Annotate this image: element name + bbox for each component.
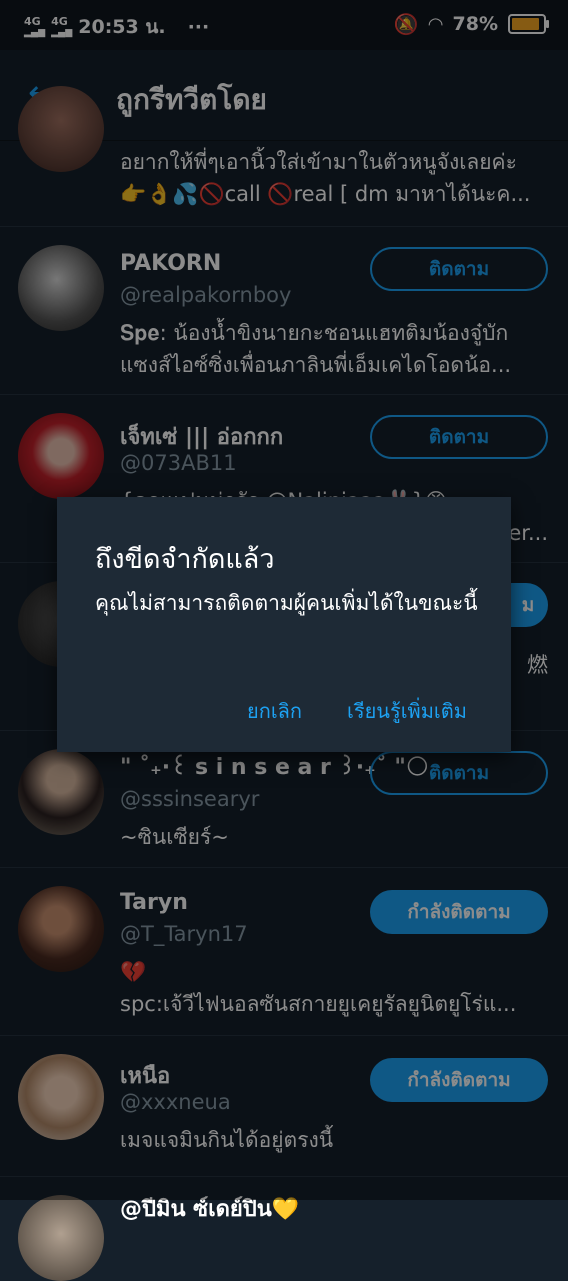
avatar[interactable]: [18, 1195, 104, 1281]
dialog-message: คุณไม่สามารถติดตามผู้คนเพิ่มได้ในขณะนี้: [95, 591, 478, 615]
limit-dialog: ถึงขีดจำกัดแล้ว คุณไม่สามารถติดตามผู้คนเ…: [57, 497, 511, 752]
dialog-title: ถึงขีดจำกัดแล้ว: [95, 544, 275, 575]
learn-more-button[interactable]: เรียนรู้เพิ่มเติม: [347, 695, 467, 727]
cancel-button[interactable]: ยกเลิก: [247, 695, 302, 727]
